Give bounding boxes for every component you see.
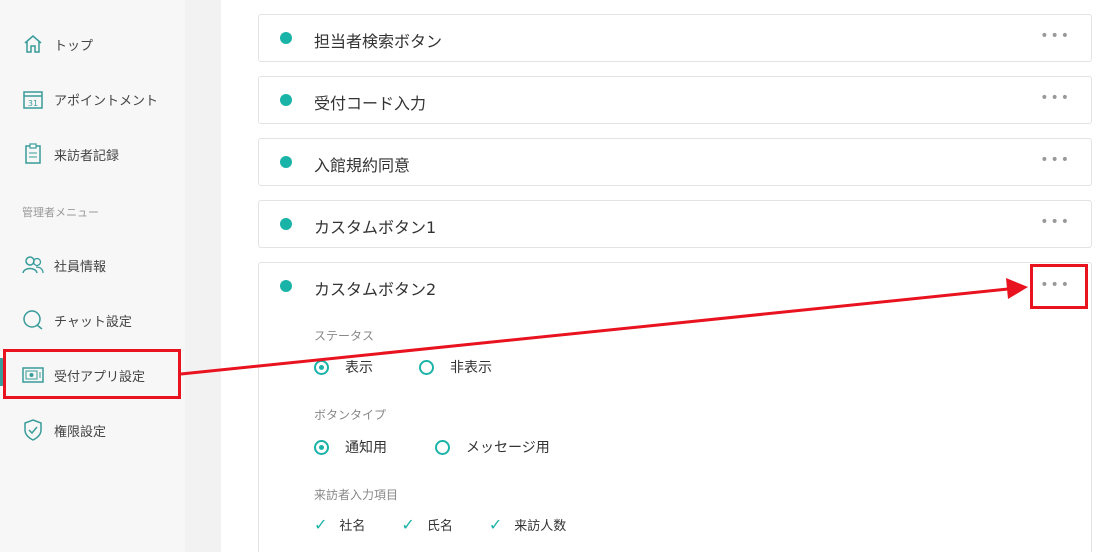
annotation-arrow [180,278,1028,376]
